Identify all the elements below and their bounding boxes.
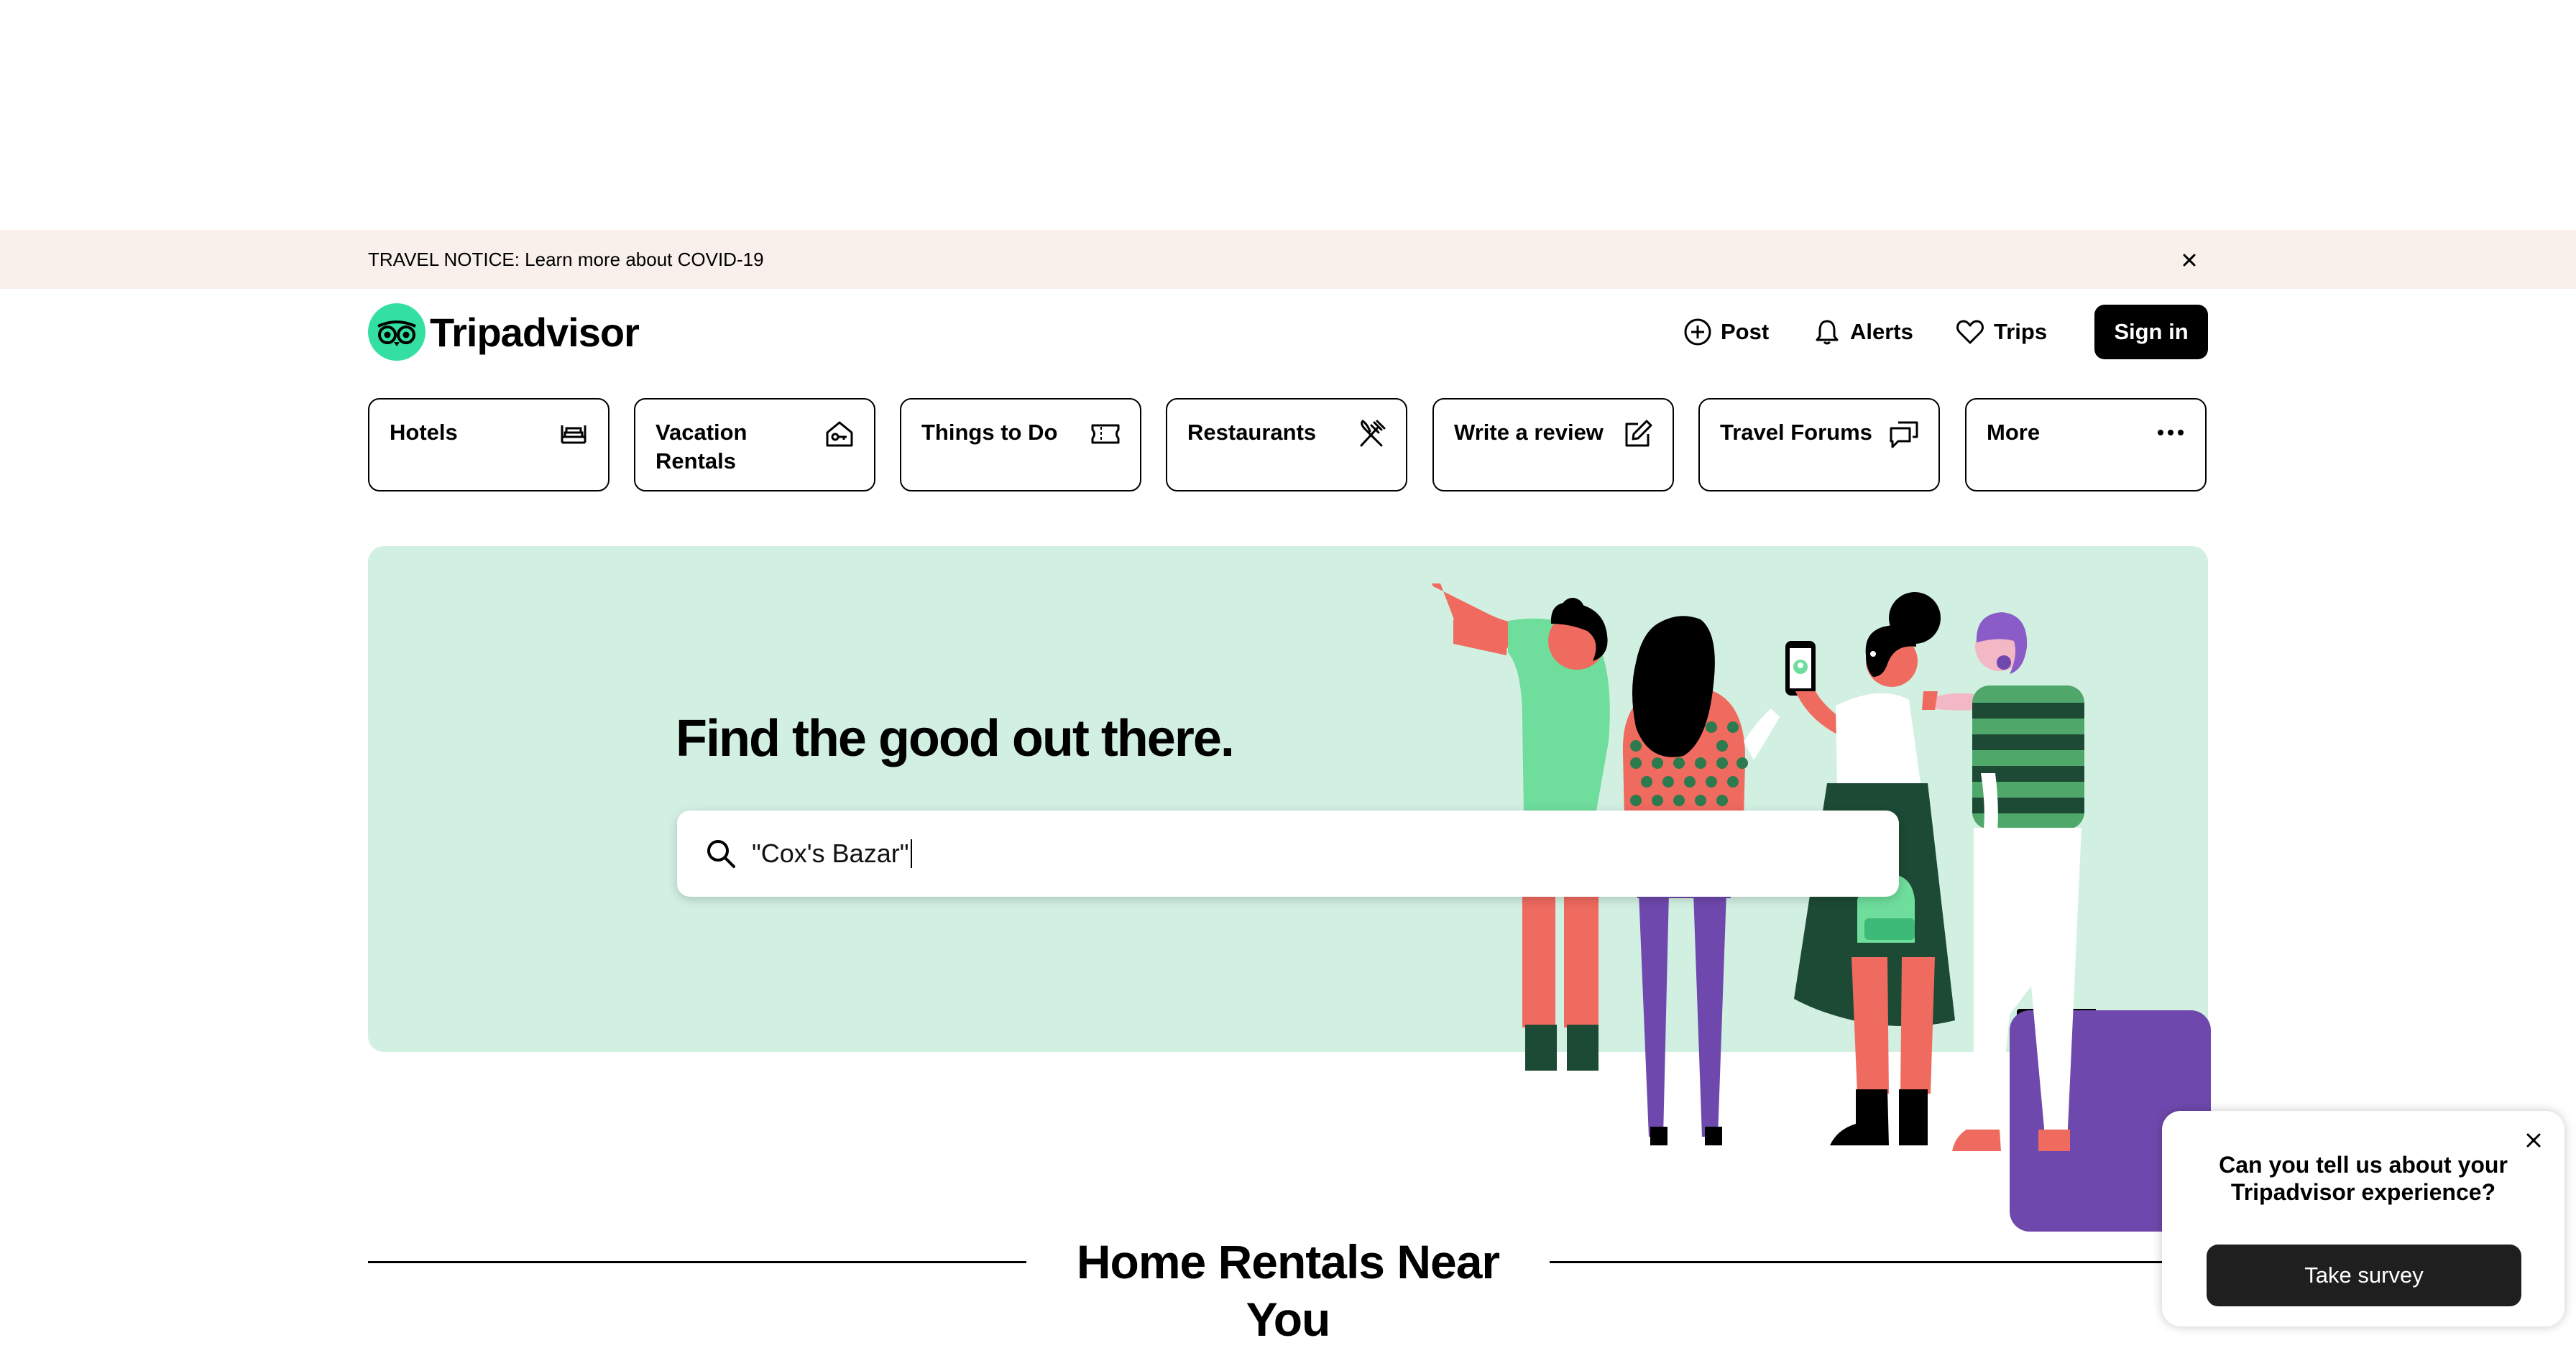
- section-divider-right: [1550, 1261, 2162, 1263]
- travel-notice-link[interactable]: TRAVEL NOTICE: Learn more about COVID-19: [368, 250, 764, 269]
- brand-name: Tripadvisor: [430, 309, 640, 355]
- category-travel-forums[interactable]: Travel Forums: [1698, 398, 1940, 491]
- search-input-value: "Cox's Bazar": [752, 839, 909, 868]
- category-label: Travel Forums: [1720, 420, 1872, 445]
- category-label: More: [1987, 420, 2041, 445]
- category-label: Vacation Rentals: [656, 420, 748, 474]
- fork-knife-icon: [1360, 420, 1386, 447]
- category-label: Things to Do: [921, 420, 1058, 445]
- close-icon[interactable]: [2178, 249, 2201, 272]
- house-key-icon: [826, 421, 853, 447]
- search-input[interactable]: "Cox's Bazar": [752, 839, 909, 869]
- category-things-to-do[interactable]: Things to Do: [900, 398, 1141, 491]
- bell-icon: [1816, 320, 1839, 345]
- take-survey-button[interactable]: Take survey: [2207, 1245, 2521, 1306]
- search-box[interactable]: "Cox's Bazar": [677, 811, 1899, 897]
- category-label: Restaurants: [1187, 420, 1317, 445]
- hero-title: Find the good out there.: [676, 710, 1235, 767]
- survey-question: Can you tell us about your Tripadvisor e…: [2219, 1152, 2508, 1205]
- close-icon[interactable]: [2521, 1128, 2546, 1153]
- search-icon: [707, 840, 735, 868]
- edit-icon: [1625, 420, 1652, 447]
- tripadvisor-logo[interactable]: Tripadvisor: [368, 303, 640, 361]
- section-divider-left: [368, 1261, 1026, 1263]
- more-dots-icon: [2158, 430, 2184, 435]
- category-more[interactable]: More: [1965, 398, 2207, 491]
- travel-notice-bar: TRAVEL NOTICE: Learn more about COVID-19: [0, 230, 2576, 289]
- trips-label: Trips: [1994, 319, 2048, 344]
- category-hotels[interactable]: Hotels: [368, 398, 610, 491]
- category-write-review[interactable]: Write a review: [1432, 398, 1674, 491]
- category-restaurants[interactable]: Restaurants: [1166, 398, 1407, 491]
- category-label: Write a review: [1454, 420, 1604, 445]
- survey-popup: Can you tell us about your Tripadvisor e…: [2162, 1111, 2564, 1326]
- chat-bubbles-icon: [1890, 421, 1918, 448]
- plus-circle-icon: [1684, 318, 1711, 346]
- category-label: Hotels: [390, 420, 458, 445]
- sign-in-button[interactable]: Sign in: [2094, 305, 2208, 359]
- alerts-label: Alerts: [1850, 319, 1913, 344]
- owl-logo-icon: [368, 303, 426, 361]
- bed-icon: [561, 425, 586, 444]
- post-label: Post: [1721, 319, 1770, 344]
- trips-button[interactable]: Trips: [1955, 315, 2047, 349]
- section-title: Home Rentals Near You: [1076, 1235, 1500, 1346]
- ticket-icon: [1091, 424, 1120, 444]
- post-button[interactable]: Post: [1683, 315, 1769, 349]
- category-vacation-rentals[interactable]: Vacation Rentals: [634, 398, 875, 491]
- alerts-button[interactable]: Alerts: [1813, 315, 1913, 349]
- heart-icon: [1956, 320, 1984, 344]
- travelers-illustration: [1431, 583, 2211, 1232]
- text-caret: [910, 839, 912, 868]
